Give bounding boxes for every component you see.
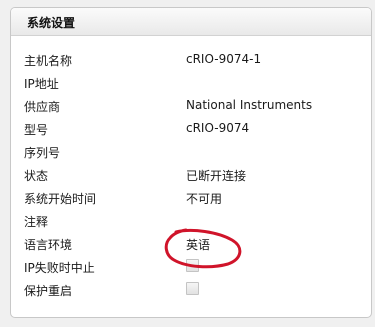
system-start-time-value: 不可用 [186,192,223,206]
status-value: 已断开连接 [186,169,247,183]
row-vendor: 供应商 National Instruments [11,95,371,117]
row-halt-on-ip-failure: IP失败时中止 [11,256,371,278]
row-protect-reboot: 保护重启 [11,279,371,301]
system-start-time-label: 系统开始时间 [24,192,97,206]
row-system-start-time: 系统开始时间 不可用 [11,187,371,209]
system-settings-panel: 系统设置 主机名称 cRIO-9074-1 IP地址 供应商 National … [10,7,372,318]
row-status: 状态 已断开连接 [11,164,371,186]
vendor-value: National Instruments [186,98,313,112]
hostname-value: cRIO-9074-1 [186,52,262,66]
halt-on-ip-failure-checkbox[interactable] [186,259,199,272]
protect-reboot-label: 保护重启 [24,284,73,298]
row-model: 型号 cRIO-9074 [11,118,371,140]
serial-number-label: 序列号 [24,146,61,160]
vendor-label: 供应商 [24,100,61,114]
row-comment: 注释 [11,210,371,232]
row-locale: 语言环境 英语 [11,233,371,255]
row-ip-address: IP地址 [11,72,371,94]
ip-address-label: IP地址 [24,77,59,91]
row-hostname: 主机名称 cRIO-9074-1 [11,49,371,71]
locale-label: 语言环境 [24,238,73,252]
model-value: cRIO-9074 [186,121,250,135]
comment-label: 注释 [24,215,49,229]
halt-on-ip-failure-label: IP失败时中止 [24,261,95,275]
row-serial-number: 序列号 [11,141,371,163]
panel-header: 系统设置 [11,8,371,36]
status-label: 状态 [24,169,49,183]
protect-reboot-checkbox[interactable] [186,282,199,295]
hostname-label: 主机名称 [24,54,73,68]
model-label: 型号 [24,123,49,137]
locale-value: 英语 [186,238,211,252]
panel-title: 系统设置 [27,16,76,30]
